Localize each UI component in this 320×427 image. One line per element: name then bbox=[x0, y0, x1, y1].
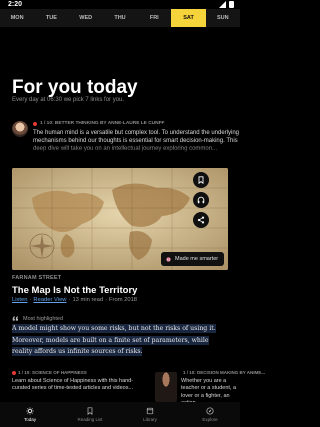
status-bar: 2:20 bbox=[0, 0, 240, 9]
battery-icon bbox=[229, 1, 234, 8]
nav-reading-list[interactable]: Reading List bbox=[60, 402, 120, 427]
snippet-header: 1 / 10: BETTER THINKING BY ANNE-LAURE LE… bbox=[33, 121, 164, 126]
reader-view-link[interactable]: Reader View bbox=[33, 297, 66, 303]
author-avatar bbox=[12, 121, 28, 137]
nav-library[interactable]: Library bbox=[120, 402, 180, 427]
badge-dot-icon bbox=[33, 121, 37, 126]
day-tab-fri[interactable]: FRI bbox=[137, 9, 171, 27]
recommendation-thumbnail bbox=[155, 372, 177, 402]
sun-icon bbox=[26, 407, 34, 415]
day-tab-sat[interactable]: SAT bbox=[171, 9, 206, 27]
bookmark-icon bbox=[87, 407, 93, 415]
recommendation-card[interactable]: 1 / 10: DECISION MAKING BY ANIME... Whet… bbox=[155, 370, 265, 406]
made-me-smarter-button[interactable]: Made me smarter bbox=[161, 252, 224, 266]
explore-icon bbox=[206, 407, 214, 415]
day-tab-wed[interactable]: WED bbox=[69, 9, 103, 27]
article-meta: Listen · Reader View · 13 min read · Fro… bbox=[12, 297, 137, 303]
day-tab-tue[interactable]: TUE bbox=[34, 9, 68, 27]
listen-button[interactable] bbox=[193, 192, 209, 208]
quote-icon bbox=[12, 316, 18, 321]
bookmark-button[interactable] bbox=[193, 172, 209, 188]
meta-separator: · bbox=[29, 297, 32, 303]
made-me-smarter-label: Made me smarter bbox=[175, 256, 219, 262]
recommendation-label: 1 / 10: DECISION MAKING BY ANIME... bbox=[183, 370, 266, 375]
brain-icon bbox=[166, 256, 171, 262]
badge-dot-icon bbox=[12, 370, 16, 375]
snippet-fade bbox=[33, 143, 240, 155]
most-highlighted: Most highlighted bbox=[12, 315, 63, 322]
page-subtitle: Every day at 06:30 we pick 7 links for y… bbox=[12, 97, 125, 103]
publish-year: From 2018 bbox=[109, 297, 138, 303]
article-source[interactable]: FARNAM STREET bbox=[12, 275, 61, 281]
status-time: 2:20 bbox=[8, 1, 23, 8]
share-icon bbox=[197, 216, 205, 224]
day-selector: MON TUE WED THU FRI SAT SUN bbox=[0, 9, 240, 27]
meta-separator: · bbox=[105, 297, 107, 303]
series-snippet[interactable]: 1 / 10: BETTER THINKING BY ANNE-LAURE LE… bbox=[12, 121, 240, 159]
bottom-nav: Today Reading List Library Explore bbox=[0, 402, 240, 427]
meta-separator: · bbox=[68, 297, 71, 303]
nav-label: Explore bbox=[202, 417, 218, 422]
listen-link[interactable]: Listen bbox=[12, 297, 27, 303]
day-tab-sun[interactable]: SUN bbox=[206, 9, 240, 27]
recommendation-header: 1 / 10: DECISION MAKING BY ANIME... bbox=[181, 370, 265, 375]
recommendation-card[interactable]: 1 / 10: SCIENCE OF HAPPINESS Learn about… bbox=[12, 370, 140, 400]
status-icons bbox=[219, 1, 234, 8]
recommendation-header: 1 / 10: SCIENCE OF HAPPINESS bbox=[12, 370, 140, 375]
highlight-quote[interactable]: A model might show you some risks, but n… bbox=[12, 323, 228, 358]
article-title[interactable]: The Map Is Not the Territory bbox=[12, 285, 137, 296]
bookmark-icon bbox=[198, 176, 204, 184]
nav-explore[interactable]: Explore bbox=[180, 402, 240, 427]
recommendation-label: 1 / 10: SCIENCE OF HAPPINESS bbox=[18, 370, 87, 375]
read-time: 13 min read bbox=[72, 297, 104, 303]
day-tab-thu[interactable]: THU bbox=[103, 9, 137, 27]
nav-today[interactable]: Today bbox=[0, 402, 60, 427]
headphones-icon bbox=[197, 196, 205, 204]
signal-icon bbox=[219, 1, 226, 8]
nav-label: Today bbox=[23, 417, 36, 422]
share-button[interactable] bbox=[193, 212, 209, 228]
recommendation-text: Learn about Science of Happiness with th… bbox=[12, 378, 134, 392]
nav-label: Reading List bbox=[77, 417, 103, 422]
highlight-text: A model might show you some risks, but n… bbox=[12, 324, 216, 356]
library-icon bbox=[146, 407, 154, 415]
most-highlighted-label: Most highlighted bbox=[23, 315, 64, 322]
snippet-label: 1 / 10: BETTER THINKING BY ANNE-LAURE LE… bbox=[40, 121, 165, 126]
day-tab-mon[interactable]: MON bbox=[0, 9, 34, 27]
nav-label: Library bbox=[143, 417, 157, 422]
page-title: For you today bbox=[12, 77, 138, 98]
